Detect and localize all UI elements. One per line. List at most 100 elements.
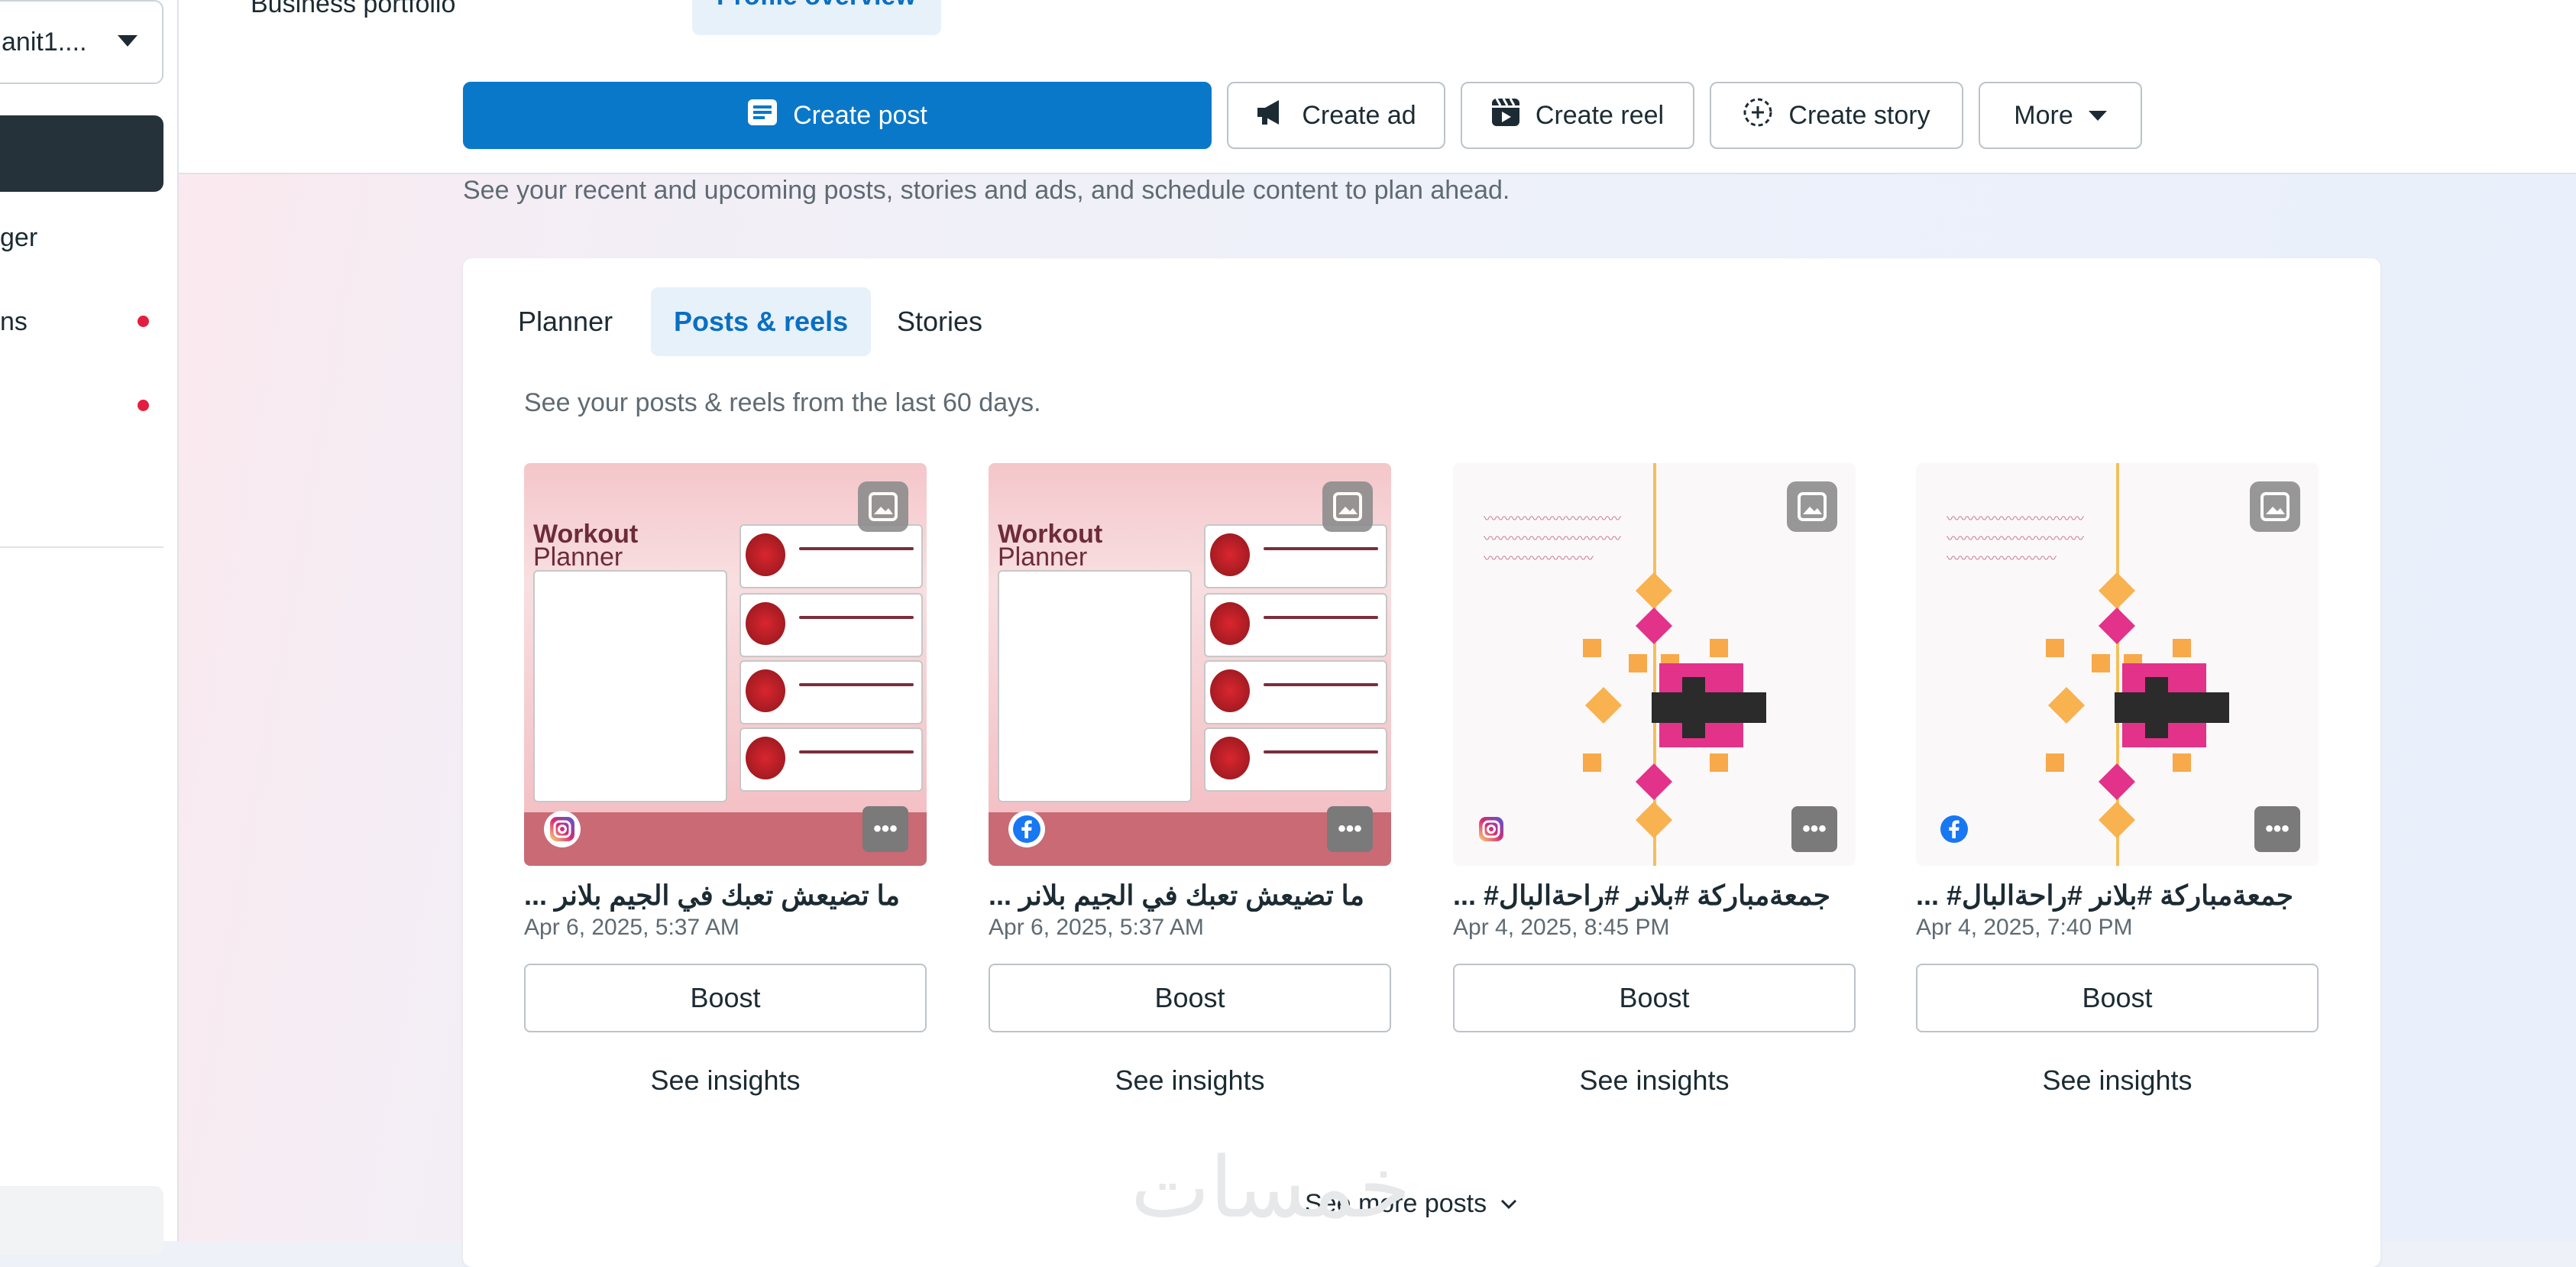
- art-decoration: [1583, 639, 1601, 657]
- more-button[interactable]: More: [1979, 82, 2142, 149]
- muscle-illustration: [746, 737, 785, 779]
- top-bar: Business portfolio Profile overview Crea…: [179, 0, 2576, 174]
- see-insights-link[interactable]: See insights: [524, 1064, 927, 1097]
- post-thumbnail[interactable]: 〰〰〰〰〰〰〰〰〰〰 〰〰〰〰〰〰〰〰〰〰 〰〰〰〰〰〰〰〰 •••: [1453, 463, 1856, 866]
- sidebar-item-label: ns: [0, 307, 28, 336]
- muscle-illustration: [746, 533, 785, 576]
- page-subtitle: See your recent and upcoming posts, stor…: [463, 176, 1510, 205]
- planner-rule: [1264, 750, 1378, 753]
- create-post-button[interactable]: Create post: [463, 82, 1212, 149]
- see-insights-link[interactable]: See insights: [989, 1064, 1391, 1097]
- post-date: Apr 6, 2025, 5:37 AM: [524, 915, 739, 940]
- art-decoration: [1629, 654, 1647, 672]
- post-card: Workout Planner ••• ... ما تضيعش تعبك في …: [989, 463, 1391, 1097]
- create-reel-button[interactable]: Create reel: [1461, 82, 1694, 149]
- more-label: More: [2014, 100, 2073, 130]
- sidebar-item-2[interactable]: ns: [0, 307, 28, 337]
- boost-button[interactable]: Boost: [1916, 964, 2319, 1032]
- megaphone-icon: [1256, 99, 1286, 133]
- tab-business-portfolio[interactable]: Business portfolio: [251, 0, 455, 19]
- see-insights-link[interactable]: See insights: [1453, 1064, 1856, 1097]
- planner-sheet: [533, 570, 727, 802]
- tab-posts-reels[interactable]: Posts & reels: [651, 287, 872, 356]
- post-title: ... #جمعة‌مباركة #بلانر #راحة‌البال: [1453, 880, 1831, 911]
- post-options-icon[interactable]: •••: [862, 806, 908, 852]
- notification-dot: [138, 400, 149, 411]
- facebook-icon: [1936, 811, 1972, 847]
- caret-down-icon: [118, 35, 138, 47]
- post-thumbnail[interactable]: Workout Planner •••: [524, 463, 927, 866]
- art-decoration: [2115, 692, 2229, 723]
- post-card: Workout Planner ••• ... ما تضيعش تعبك في …: [524, 463, 927, 1097]
- sidebar-item-active[interactable]: [0, 115, 163, 192]
- art-decoration: [1710, 639, 1728, 657]
- post-thumbnail[interactable]: 〰〰〰〰〰〰〰〰〰〰 〰〰〰〰〰〰〰〰〰〰 〰〰〰〰〰〰〰〰 •••: [1916, 463, 2319, 866]
- document-icon: [747, 99, 778, 133]
- create-story-label: Create story: [1788, 100, 1930, 130]
- art-decoration: [2046, 753, 2064, 772]
- chevron-down-icon: [2088, 110, 2107, 121]
- instagram-icon: [544, 811, 581, 847]
- planner-rule: [799, 616, 914, 619]
- tab-planner[interactable]: Planner: [518, 287, 613, 356]
- create-reel-label: Create reel: [1535, 100, 1665, 130]
- post-options-icon[interactable]: •••: [2254, 806, 2300, 852]
- planner-rule: [1264, 616, 1378, 619]
- preview-heading: Workout Planner: [533, 520, 639, 572]
- tab-stories[interactable]: Stories: [897, 287, 982, 356]
- art-decoration: [2098, 763, 2136, 801]
- post-date: Apr 4, 2025, 8:45 PM: [1453, 915, 1670, 940]
- planner-rule: [799, 547, 914, 550]
- art-calligraphy: 〰〰〰〰〰〰〰〰〰〰 〰〰〰〰〰〰〰〰〰〰 〰〰〰〰〰〰〰〰: [1484, 511, 1621, 566]
- art-decoration: [2098, 572, 2136, 610]
- create-ad-button[interactable]: Create ad: [1227, 82, 1445, 149]
- create-post-label: Create post: [793, 100, 927, 130]
- art-decoration: [1635, 801, 1673, 839]
- muscle-illustration: [746, 602, 785, 645]
- art-calligraphy: 〰〰〰〰〰〰〰〰〰〰 〰〰〰〰〰〰〰〰〰〰 〰〰〰〰〰〰〰〰: [1947, 511, 2084, 566]
- account-selector-label: anit1....: [2, 27, 87, 57]
- sidebar-item-1[interactable]: ger: [0, 223, 37, 253]
- account-selector[interactable]: anit1....: [0, 0, 163, 84]
- chevron-down-icon: [1501, 1199, 1517, 1209]
- planner-sheet: [998, 570, 1192, 802]
- photo-icon: [1322, 481, 1373, 532]
- posts-description: See your posts & reels from the last 60 …: [524, 388, 1041, 417]
- art-decoration: [1635, 572, 1673, 610]
- clapperboard-icon: [1491, 97, 1520, 134]
- instagram-icon: [1473, 811, 1510, 847]
- photo-icon: [1787, 481, 1837, 532]
- art-decoration: [2047, 686, 2086, 724]
- create-ad-label: Create ad: [1302, 100, 1416, 130]
- sidebar-divider: [0, 546, 163, 548]
- see-insights-link[interactable]: See insights: [1916, 1064, 2319, 1097]
- facebook-icon: [1008, 811, 1045, 847]
- planner-rule: [1264, 547, 1378, 550]
- muscle-illustration: [1210, 602, 1250, 645]
- art-decoration: [2092, 654, 2110, 672]
- art-decoration: [1635, 763, 1673, 801]
- sidebar-item-label: ger: [0, 223, 38, 252]
- art-decoration: [1710, 753, 1728, 772]
- planner-rule: [799, 750, 914, 753]
- photo-icon: [2250, 481, 2300, 532]
- planner-rule: [1264, 683, 1378, 686]
- left-sidebar: anit1.... ger ns: [0, 0, 179, 1255]
- art-decoration: [2145, 677, 2168, 738]
- boost-button[interactable]: Boost: [989, 964, 1391, 1032]
- tab-profile-overview[interactable]: Profile overview: [692, 0, 941, 35]
- create-story-button[interactable]: Create story: [1710, 82, 1963, 149]
- art-decoration: [2098, 801, 2136, 839]
- art-decoration: [2173, 639, 2191, 657]
- boost-button[interactable]: Boost: [1453, 964, 1856, 1032]
- tab-stories-label: Stories: [897, 306, 983, 337]
- art-decoration: [1635, 607, 1673, 645]
- post-options-icon[interactable]: •••: [1327, 806, 1373, 852]
- boost-button[interactable]: Boost: [524, 964, 927, 1032]
- post-thumbnail[interactable]: Workout Planner •••: [989, 463, 1391, 866]
- tab-planner-label: Planner: [518, 306, 613, 337]
- posts-card: Planner Posts & reels Stories See your p…: [463, 258, 2380, 1267]
- art-decoration: [1682, 677, 1705, 738]
- post-options-icon[interactable]: •••: [1791, 806, 1837, 852]
- sidebar-bottom-item[interactable]: [0, 1186, 163, 1255]
